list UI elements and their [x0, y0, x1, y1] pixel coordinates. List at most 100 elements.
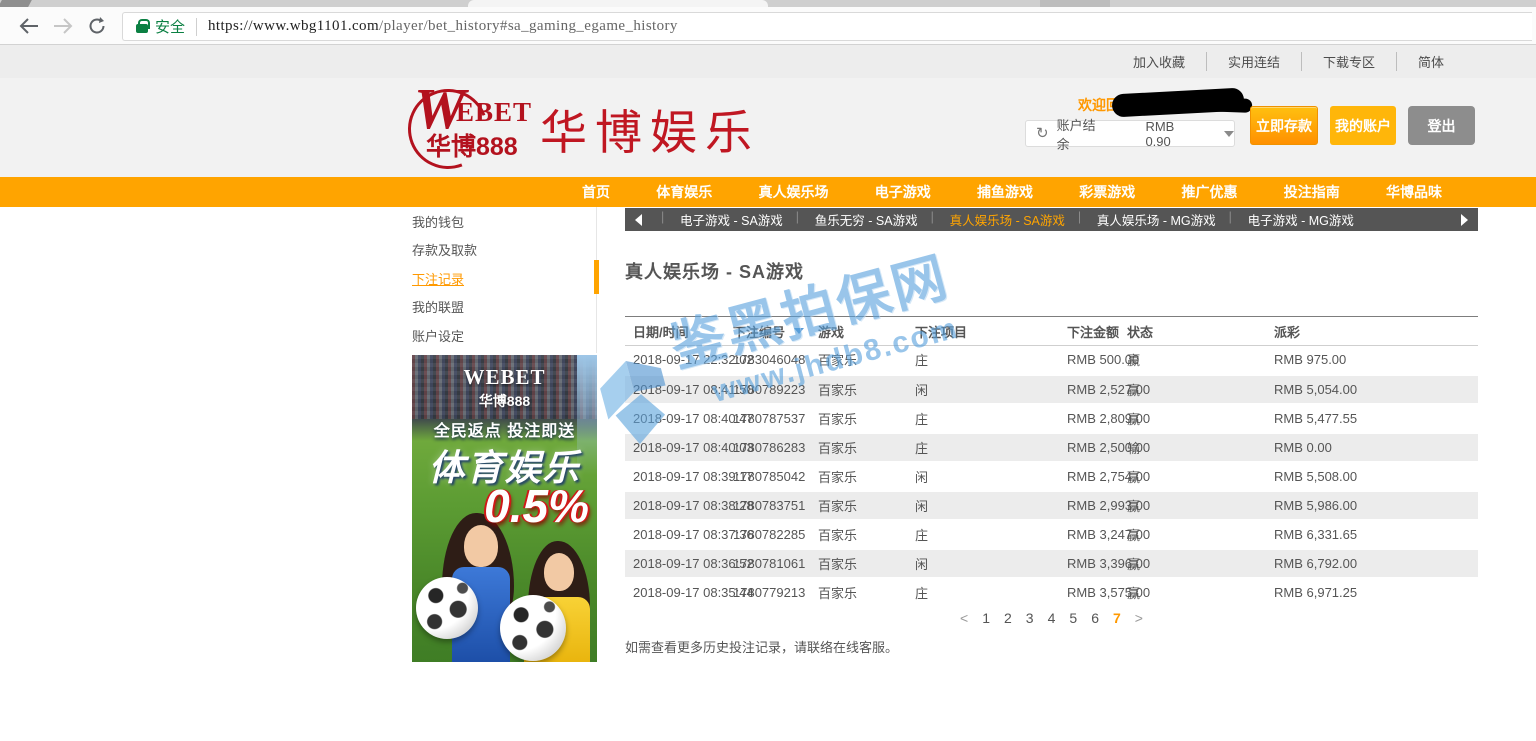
- column-header: 派彩: [1266, 317, 1478, 346]
- banner-slogan: 全民返点 投注即送: [412, 417, 597, 441]
- sidebar-item[interactable]: 下注记录: [412, 264, 596, 293]
- forward-button[interactable]: [46, 11, 80, 41]
- sidebar-item[interactable]: 我的联盟: [412, 293, 596, 322]
- utility-link[interactable]: 下载专区: [1302, 52, 1397, 71]
- nav-item[interactable]: 彩票游戏: [1079, 182, 1135, 202]
- history-note: 如需查看更多历史投注记录，请联络在线客服。: [625, 637, 898, 656]
- game-tab-bar: 电子游戏 - SA游戏鱼乐无穷 - SA游戏真人娱乐场 - SA游戏真人娱乐场 …: [625, 208, 1478, 231]
- site-logo-icon[interactable]: W EBET 华博888: [408, 83, 558, 171]
- page-number-button[interactable]: 2: [997, 610, 1019, 626]
- soccer-ball-icon: [500, 595, 566, 661]
- cell-bet-amount: RMB 3,396.00: [1059, 549, 1119, 578]
- nav-item[interactable]: 真人娱乐场: [759, 182, 829, 202]
- cell-bet-item: 闲: [907, 462, 1059, 491]
- sidebar-menu: 我的钱包存款及取款下注记录我的联盟账户设定: [412, 207, 597, 353]
- cell-bet-item: 闲: [907, 491, 1059, 520]
- cell-bet-item: 闲: [907, 549, 1059, 578]
- sidebar-item[interactable]: 存款及取款: [412, 236, 596, 265]
- table-row: 2018-09-17 08:39:17 1780785042 百家乐 闲 RMB…: [625, 462, 1478, 491]
- game-tab[interactable]: 真人娱乐场 - MG游戏: [1081, 210, 1232, 229]
- page-number-button[interactable]: 4: [1041, 610, 1063, 626]
- nav-item[interactable]: 首页: [582, 182, 610, 202]
- cell-bet-id: 1783046048: [725, 346, 810, 375]
- column-header: 状态: [1119, 317, 1266, 346]
- table-row: 2018-09-17 08:40:47 1780787537 百家乐 庄 RMB…: [625, 404, 1478, 433]
- page-number-button[interactable]: 1: [975, 610, 997, 626]
- page-number-button[interactable]: 3: [1019, 610, 1041, 626]
- balance-box[interactable]: ↻ 账户结余 RMB 0.90: [1025, 120, 1235, 147]
- nav-item[interactable]: 投注指南: [1284, 182, 1340, 202]
- active-item-indicator: [594, 260, 599, 294]
- table-row: 2018-09-17 08:37:36 1780782285 百家乐 庄 RMB…: [625, 520, 1478, 549]
- browser-tab-strip: [0, 0, 1536, 7]
- banner-logo: WEBET 华博888: [412, 365, 597, 411]
- nav-item[interactable]: 体育娱乐: [656, 182, 712, 202]
- tab-scroll-right-icon[interactable]: [1461, 214, 1468, 226]
- next-page-button[interactable]: >: [1128, 610, 1150, 626]
- chevron-down-icon[interactable]: [1224, 131, 1234, 137]
- nav-item[interactable]: 华博品味: [1386, 182, 1442, 202]
- cell-bet-amount: RMB 2,993.00: [1059, 491, 1119, 520]
- table-row: 2018-09-17 22:32:02 1783046048 百家乐 庄 RMB…: [625, 346, 1478, 375]
- table-row: 2018-09-17 08:36:52 1780781061 百家乐 闲 RMB…: [625, 549, 1478, 578]
- url-bar[interactable]: 安全 https://www.wbg1101.com/player/bet_hi…: [122, 12, 1532, 41]
- table-row: 2018-09-17 08:35:44 1780779213 百家乐 庄 RMB…: [625, 578, 1478, 607]
- my-account-button[interactable]: 我的账户: [1330, 106, 1396, 145]
- game-tab[interactable]: 鱼乐无穷 - SA游戏: [799, 210, 934, 229]
- cell-game: 百家乐: [810, 549, 907, 578]
- game-tab[interactable]: 电子游戏 - MG游戏: [1232, 210, 1370, 229]
- refresh-button[interactable]: [80, 11, 114, 41]
- column-header: 下注金额: [1059, 317, 1119, 346]
- cell-datetime: 2018-09-17 08:39:17: [625, 462, 725, 491]
- main-nav-items: 首页 体育娱乐 真人娱乐场 电子游戏 捕鱼游戏 彩票游戏 推广优惠 投注指南 华博品味: [582, 177, 1442, 207]
- logout-button[interactable]: 登出: [1408, 106, 1475, 145]
- cell-game: 百家乐: [810, 433, 907, 462]
- game-tab[interactable]: 真人娱乐场 - SA游戏: [934, 210, 1081, 229]
- url-path: /player/bet_history#sa_gaming_egame_hist…: [379, 18, 678, 35]
- refresh-balance-icon[interactable]: ↻: [1036, 126, 1049, 141]
- cell-payout: RMB 6,331.65: [1266, 520, 1478, 549]
- cell-bet-id: 1780779213: [725, 578, 810, 607]
- page-title: 真人娱乐场 - SA游戏: [625, 258, 804, 284]
- page-number-button[interactable]: 7: [1106, 610, 1128, 626]
- cell-game: 百家乐: [810, 520, 907, 549]
- tab-scroll-left-icon[interactable]: [635, 214, 642, 226]
- table-header-row: 日期/时间下注编号游戏下注项目下注金额状态派彩: [625, 317, 1478, 346]
- utility-links: 加入收藏实用连结下载专区简体: [1112, 45, 1465, 78]
- soccer-ball-icon: [416, 577, 478, 639]
- page-number-button[interactable]: 6: [1084, 610, 1106, 626]
- prev-page-button[interactable]: <: [953, 610, 975, 626]
- browser-chrome: 安全 https://www.wbg1101.com/player/bet_hi…: [0, 0, 1536, 45]
- utility-link[interactable]: 实用连结: [1207, 52, 1302, 71]
- bet-history-table: 日期/时间下注编号游戏下注项目下注金额状态派彩 2018-09-17 22:32…: [625, 316, 1478, 608]
- cell-game: 百家乐: [810, 375, 907, 404]
- table-row: 2018-09-17 08:41:50 1780789223 百家乐 闲 RMB…: [625, 375, 1478, 404]
- deposit-button[interactable]: 立即存款: [1250, 106, 1318, 145]
- sidebar-item[interactable]: 我的钱包: [412, 207, 596, 236]
- balance-label: 账户结余: [1057, 115, 1108, 153]
- game-tab[interactable]: 电子游戏 - SA游戏: [664, 210, 799, 229]
- cell-bet-id: 1780786283: [725, 433, 810, 462]
- promo-banner[interactable]: WEBET 华博888 全民返点 投注即送 体育娱乐 0.5%: [412, 355, 597, 662]
- cell-bet-amount: RMB 3,575.00: [1059, 578, 1119, 607]
- page-number-button[interactable]: 5: [1062, 610, 1084, 626]
- cell-datetime: 2018-09-17 08:37:36: [625, 520, 725, 549]
- sort-descending-icon[interactable]: [794, 328, 804, 334]
- cell-bet-id: 1780789223: [725, 375, 810, 404]
- cell-datetime: 2018-09-17 08:36:52: [625, 549, 725, 578]
- banner-rate: 0.5%: [484, 479, 589, 533]
- redacted-username: [1111, 88, 1244, 118]
- cell-bet-amount: RMB 2,809.00: [1059, 404, 1119, 433]
- cell-datetime: 2018-09-17 08:35:44: [625, 578, 725, 607]
- utility-link[interactable]: 加入收藏: [1112, 52, 1207, 71]
- nav-item[interactable]: 推广优惠: [1182, 182, 1238, 202]
- nav-item[interactable]: 捕鱼游戏: [977, 182, 1033, 202]
- utility-link[interactable]: 简体: [1397, 52, 1465, 71]
- back-button[interactable]: [12, 11, 46, 41]
- site-header: W EBET 华博888 华博娱乐 欢迎回来 ↻ 账户结余 RMB 0.90 立…: [0, 78, 1536, 177]
- cell-game: 百家乐: [810, 346, 907, 375]
- cell-payout: RMB 5,477.55: [1266, 404, 1478, 433]
- nav-item[interactable]: 电子游戏: [875, 182, 931, 202]
- sidebar-item[interactable]: 账户设定: [412, 321, 596, 350]
- cell-payout: RMB 5,986.00: [1266, 491, 1478, 520]
